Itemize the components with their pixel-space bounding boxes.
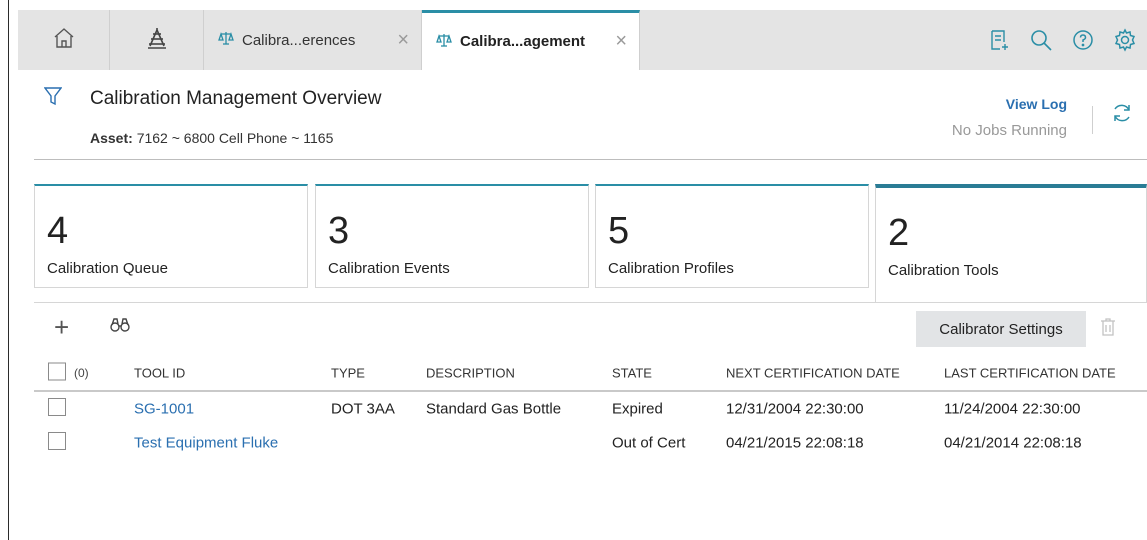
asset-line: Asset: 7162 ~ 6800 Cell Phone ~ 1165 xyxy=(90,130,333,146)
selected-count: (0) xyxy=(74,366,89,380)
card-count: 5 xyxy=(608,210,630,252)
view-log-link[interactable]: View Log xyxy=(1006,96,1067,112)
card-label: Calibration Profiles xyxy=(608,260,734,277)
table-row[interactable]: Test Equipment Fluke Out of Cert 04/21/2… xyxy=(34,426,1147,460)
jobs-status: No Jobs Running xyxy=(951,122,1067,139)
binoculars-icon[interactable] xyxy=(110,317,130,338)
tab-calibration-preferences[interactable]: Calibra...erences × xyxy=(204,10,422,70)
card-label: Calibration Events xyxy=(328,260,450,277)
cell-description: Standard Gas Bottle xyxy=(426,400,562,418)
tool-id-link[interactable]: SG-1001 xyxy=(134,401,194,418)
cell-state: Expired xyxy=(612,400,663,418)
column-header-tool-id[interactable]: TOOL ID xyxy=(134,366,185,381)
table-header: (0) TOOL ID TYPE DESCRIPTION STATE NEXT … xyxy=(34,356,1147,392)
card-calibration-queue[interactable]: 4 Calibration Queue xyxy=(34,184,308,288)
column-header-last-certification-date[interactable]: LAST CERTIFICATION DATE xyxy=(944,366,1116,381)
card-label: Calibration Tools xyxy=(888,262,999,279)
tab-bar: Calibra...erences × Calibra...agement × xyxy=(18,10,1147,70)
home-icon xyxy=(52,26,76,55)
plus-icon[interactable]: + xyxy=(54,314,69,340)
cell-next-certification-date: 04/21/2015 22:08:18 xyxy=(726,434,864,452)
cell-next-certification-date: 12/31/2004 22:30:00 xyxy=(726,400,864,418)
left-edge-line xyxy=(8,0,9,540)
cell-last-certification-date: 04/21/2014 22:08:18 xyxy=(944,434,1082,452)
scale-icon xyxy=(218,30,234,50)
hierarchy-tab[interactable] xyxy=(110,10,204,70)
asset-value: 7162 ~ 6800 Cell Phone ~ 1165 xyxy=(136,130,334,146)
card-label: Calibration Queue xyxy=(47,260,168,277)
tool-id-link[interactable]: Test Equipment Fluke xyxy=(134,435,278,452)
close-icon[interactable]: × xyxy=(397,29,409,52)
card-count: 2 xyxy=(888,212,910,254)
new-record-icon[interactable] xyxy=(985,26,1013,54)
cell-state: Out of Cert xyxy=(612,434,686,452)
search-icon[interactable] xyxy=(1027,26,1055,54)
column-header-description[interactable]: DESCRIPTION xyxy=(426,366,515,381)
row-checkbox[interactable] xyxy=(48,398,66,420)
summary-cards: 4 Calibration Queue 3 Calibration Events… xyxy=(34,184,1147,302)
card-calibration-profiles[interactable]: 5 Calibration Profiles xyxy=(595,184,869,288)
global-tools xyxy=(985,10,1147,70)
card-calibration-events[interactable]: 3 Calibration Events xyxy=(315,184,589,288)
refresh-icon[interactable] xyxy=(1111,102,1133,129)
card-count: 4 xyxy=(47,210,69,252)
gear-icon[interactable] xyxy=(1111,26,1139,54)
calibration-tools-table: (0) TOOL ID TYPE DESCRIPTION STATE NEXT … xyxy=(34,356,1147,460)
help-icon[interactable] xyxy=(1069,26,1097,54)
card-count: 3 xyxy=(328,210,350,252)
divider xyxy=(1092,106,1093,134)
column-header-next-certification-date[interactable]: NEXT CERTIFICATION DATE xyxy=(726,366,900,381)
home-tab[interactable] xyxy=(18,10,110,70)
page-title: Calibration Management Overview xyxy=(90,88,382,109)
card-calibration-tools[interactable]: 2 Calibration Tools xyxy=(875,184,1147,302)
table-row[interactable]: SG-1001 DOT 3AA Standard Gas Bottle Expi… xyxy=(34,392,1147,426)
select-all-checkbox[interactable] xyxy=(48,362,66,384)
asset-label: Asset: xyxy=(90,130,133,146)
trash-icon[interactable] xyxy=(1100,317,1116,342)
hierarchy-icon xyxy=(145,26,169,55)
column-header-type[interactable]: TYPE xyxy=(331,366,365,381)
filter-icon[interactable] xyxy=(43,86,63,111)
scale-icon xyxy=(436,32,452,52)
column-header-state[interactable]: STATE xyxy=(612,366,652,381)
calibrator-settings-button[interactable]: Calibrator Settings xyxy=(916,311,1086,347)
grid-toolbar: + Calibrator Settings xyxy=(34,302,1147,352)
tab-label: Calibra...agement xyxy=(460,33,586,50)
row-checkbox[interactable] xyxy=(48,432,66,454)
cell-type: DOT 3AA xyxy=(331,400,395,418)
close-icon[interactable]: × xyxy=(615,30,627,53)
page-header: Calibration Management Overview Asset: 7… xyxy=(34,80,1147,160)
tab-calibration-management[interactable]: Calibra...agement × xyxy=(422,10,640,70)
cell-last-certification-date: 11/24/2004 22:30:00 xyxy=(944,400,1081,418)
tab-label: Calibra...erences xyxy=(242,31,356,49)
